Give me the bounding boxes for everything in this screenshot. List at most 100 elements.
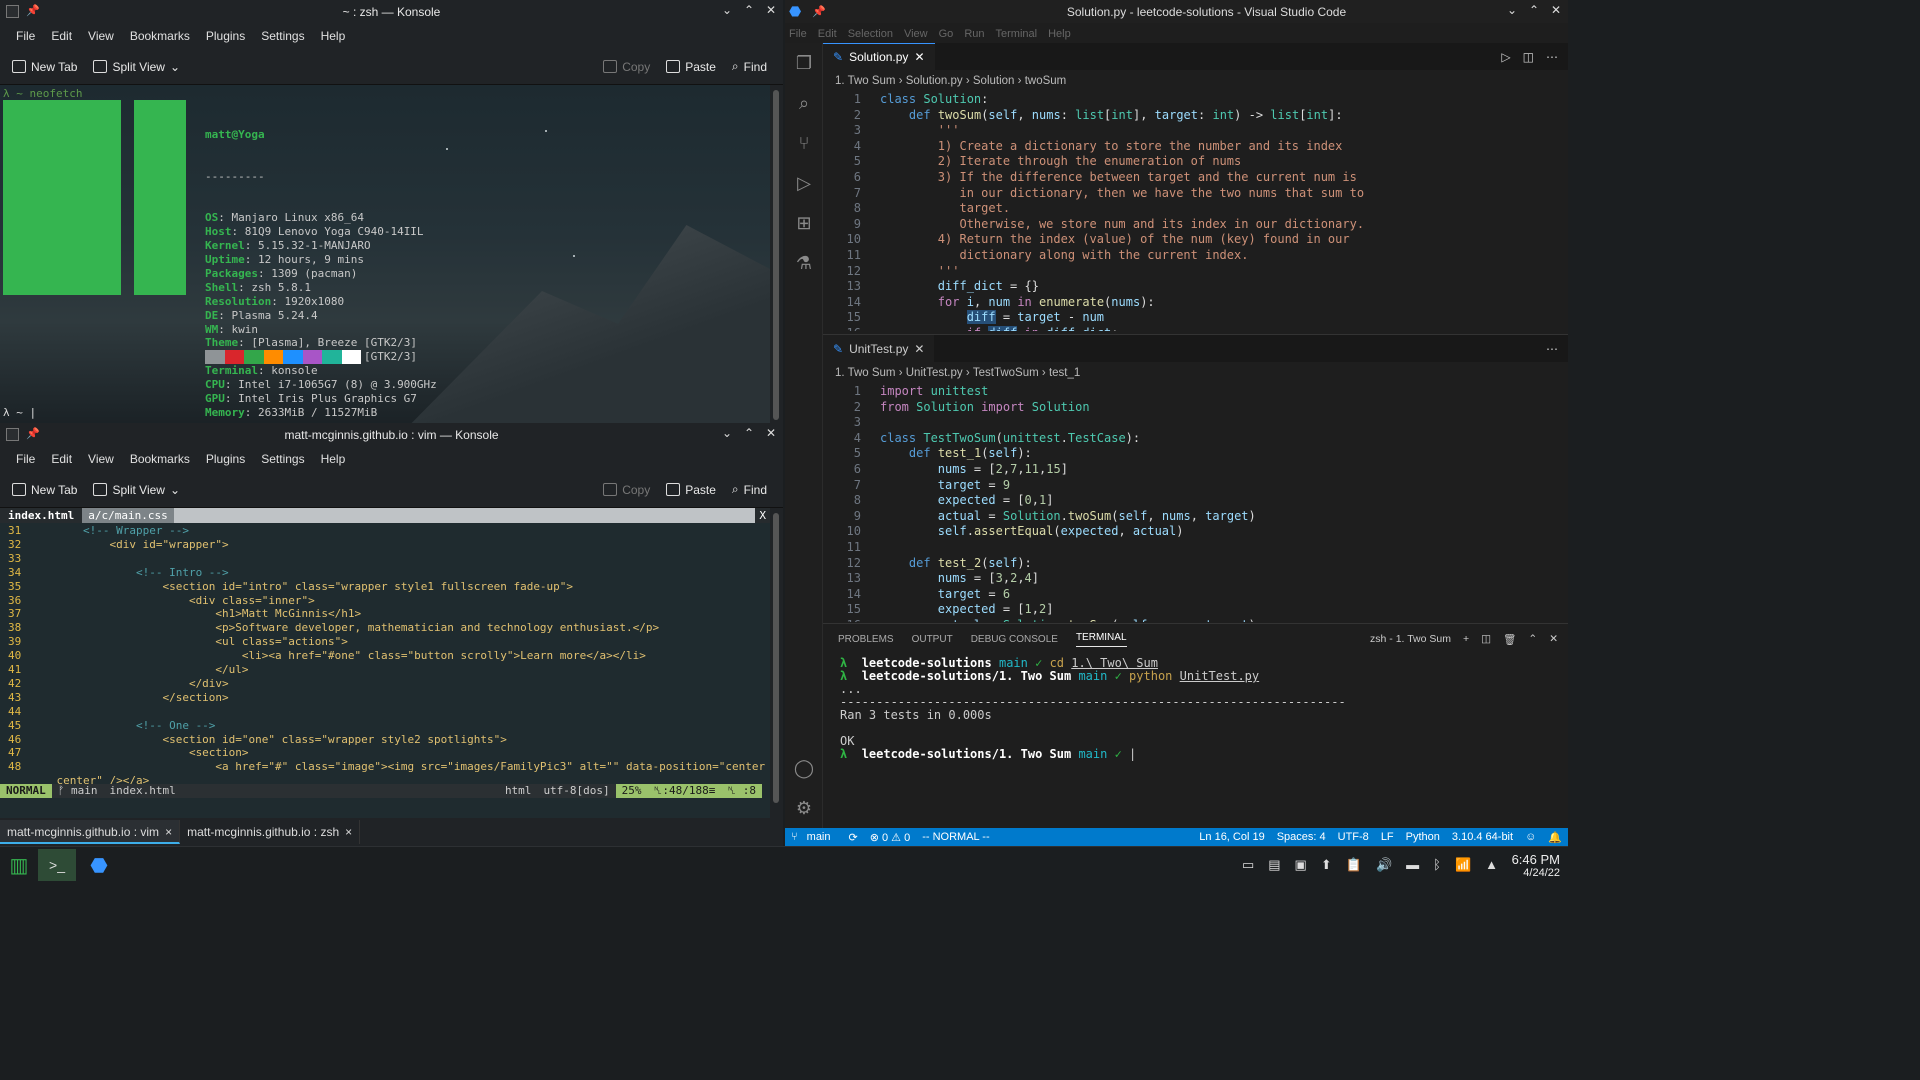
vscode-task-icon[interactable]: ⬣: [80, 849, 118, 881]
search-icon[interactable]: ⌕: [785, 83, 823, 123]
minimize-button[interactable]: ⌄: [1506, 3, 1518, 17]
menu-run[interactable]: Run: [964, 28, 984, 40]
konsole-task-icon[interactable]: >_: [38, 849, 76, 881]
menu-edit[interactable]: Edit: [43, 29, 80, 43]
maximize-panel-icon[interactable]: ⌃: [1528, 633, 1537, 646]
branch-status[interactable]: ⑂ main: [785, 831, 843, 843]
breadcrumb-item[interactable]: TestTwoSum: [973, 367, 1039, 379]
menu-bookmarks[interactable]: Bookmarks: [122, 29, 198, 43]
volume-icon[interactable]: 🔊: [1376, 857, 1392, 873]
find-button[interactable]: ⌕ Find: [732, 59, 767, 74]
menu-file[interactable]: File: [8, 452, 43, 466]
tab-solution-py[interactable]: ✎ Solution.py ✕: [823, 43, 935, 70]
panel-tab-debug-console[interactable]: DEBUG CONSOLE: [971, 634, 1058, 645]
menu-settings[interactable]: Settings: [253, 452, 312, 466]
clock[interactable]: 6:46 PM 4/24/22: [1512, 852, 1560, 879]
panel-tab-problems[interactable]: PROBLEMS: [838, 634, 894, 645]
title-bar[interactable]: 📌 matt-mcginnis.github.io : vim — Konsol…: [0, 423, 783, 446]
tray-expand-icon[interactable]: ▲: [1485, 857, 1498, 873]
gear-icon[interactable]: ⚙: [785, 788, 823, 828]
konsole-tab-vim[interactable]: matt-mcginnis.github.io : vim ×: [0, 820, 181, 844]
close-panel-icon[interactable]: ✕: [1549, 633, 1558, 646]
indentation[interactable]: Spaces: 4: [1271, 831, 1332, 844]
code-area[interactable]: 1 class Solution: 2 def twoSum(self, nums:…: [823, 92, 1568, 331]
panel-tab-output[interactable]: OUTPUT: [912, 634, 953, 645]
pin-icon[interactable]: 📌: [812, 5, 826, 18]
menu-edit[interactable]: Edit: [43, 452, 80, 466]
copy-button[interactable]: Copy: [603, 60, 650, 74]
terminal-output[interactable]: λ ~ neofetch matt@Yoga --------- OS: Man…: [0, 85, 770, 423]
minimize-button[interactable]: ⌄: [721, 426, 733, 440]
panel-tab-terminal[interactable]: TERMINAL: [1075, 632, 1127, 647]
breadcrumb-item[interactable]: test_1: [1049, 367, 1080, 379]
kde-connect-icon[interactable]: ▣: [1295, 857, 1307, 873]
new-tab-button[interactable]: New Tab: [12, 483, 77, 497]
menu-view[interactable]: View: [904, 28, 928, 40]
close-button[interactable]: ✕: [765, 426, 777, 440]
feedback-icon[interactable]: ☺: [1519, 831, 1542, 844]
breadcrumb-item[interactable]: Solution: [973, 75, 1015, 87]
more-icon[interactable]: ⋯: [1546, 342, 1558, 356]
title-bar[interactable]: 📌 ~ : zsh — Konsole ⌄ ⌃ ✕: [0, 0, 783, 23]
clipboard-icon[interactable]: 📋: [1346, 857, 1362, 873]
tab-close-icon[interactable]: ×: [165, 820, 172, 842]
maximize-button[interactable]: ⌃: [743, 426, 755, 440]
breadcrumb-item[interactable]: twoSum: [1025, 75, 1067, 87]
source-control-icon[interactable]: ⑂: [785, 123, 823, 163]
split-terminal-icon[interactable]: ◫: [1481, 633, 1491, 646]
battery-icon[interactable]: ▬: [1406, 857, 1419, 873]
breadcrumb-item[interactable]: UnitTest.py: [906, 367, 963, 379]
scrollbar[interactable]: [773, 513, 779, 803]
menu-view[interactable]: View: [80, 452, 122, 466]
menu-plugins[interactable]: Plugins: [198, 29, 253, 43]
terminal-selector[interactable]: zsh - 1. Two Sum: [1370, 633, 1451, 646]
breadcrumb-item[interactable]: Solution.py: [906, 75, 963, 87]
paste-button[interactable]: Paste: [666, 483, 716, 497]
run-debug-icon[interactable]: ▷: [785, 163, 823, 203]
bell-icon[interactable]: 🔔: [1542, 831, 1568, 844]
account-icon[interactable]: ◯: [785, 748, 823, 788]
maximize-button[interactable]: ⌃: [1528, 3, 1540, 17]
eol[interactable]: LF: [1375, 831, 1400, 844]
trash-icon[interactable]: 🗑: [1503, 633, 1516, 646]
menu-go[interactable]: Go: [939, 28, 954, 40]
app-launcher-icon[interactable]: ▥: [4, 849, 34, 881]
pin-icon[interactable]: 📌: [26, 4, 40, 17]
sync-icon[interactable]: ⟳: [843, 831, 864, 844]
menu-help[interactable]: Help: [313, 29, 354, 43]
problems-status[interactable]: ⊗ 0 ⚠ 0: [864, 831, 916, 844]
extensions-icon[interactable]: ⊞: [785, 203, 823, 243]
python-interpreter[interactable]: 3.10.4 64-bit: [1446, 831, 1519, 844]
vim-tab-active[interactable]: index.html: [0, 508, 83, 523]
split-editor-icon[interactable]: ◫: [1523, 50, 1534, 64]
close-icon[interactable]: ✕: [914, 342, 924, 356]
maximize-button[interactable]: ⌃: [743, 3, 755, 17]
split-view-button[interactable]: Split View ⌄: [93, 483, 180, 497]
add-terminal-icon[interactable]: +: [1463, 633, 1469, 646]
menu-help[interactable]: Help: [313, 452, 354, 466]
menu-view[interactable]: View: [80, 29, 122, 43]
menu-settings[interactable]: Settings: [253, 29, 312, 43]
close-icon[interactable]: ✕: [914, 50, 924, 64]
pager-icon[interactable]: ▤: [1268, 857, 1280, 873]
close-button[interactable]: ✕: [765, 3, 777, 17]
new-tab-button[interactable]: New Tab: [12, 60, 77, 74]
code-area[interactable]: 1 import unittest 2 from Solution import So…: [823, 384, 1568, 622]
vim-tab-close[interactable]: X: [755, 508, 770, 523]
tab-close-icon[interactable]: ×: [345, 820, 352, 844]
more-icon[interactable]: ⋯: [1546, 50, 1558, 64]
updates-icon[interactable]: ⬆: [1321, 857, 1332, 873]
find-button[interactable]: ⌕ Find: [732, 482, 767, 497]
run-icon[interactable]: ▷: [1501, 50, 1510, 64]
menu-file[interactable]: File: [8, 29, 43, 43]
menu-help[interactable]: Help: [1048, 28, 1071, 40]
vim-editor[interactable]: index.html a/c/main.css X 31 <!-- Wrappe…: [0, 508, 770, 818]
minimize-button[interactable]: ⌄: [721, 3, 733, 17]
menu-terminal[interactable]: Terminal: [996, 28, 1038, 40]
breadcrumb-item[interactable]: 1. Two Sum: [835, 75, 896, 87]
language-mode[interactable]: Python: [1400, 831, 1446, 844]
cursor-position[interactable]: Ln 16, Col 19: [1193, 831, 1270, 844]
scrollbar[interactable]: [773, 90, 779, 420]
title-bar[interactable]: ⬣ 📌 Solution.py - leetcode-solutions - V…: [785, 0, 1568, 23]
split-view-button[interactable]: Split View ⌄: [93, 60, 180, 74]
